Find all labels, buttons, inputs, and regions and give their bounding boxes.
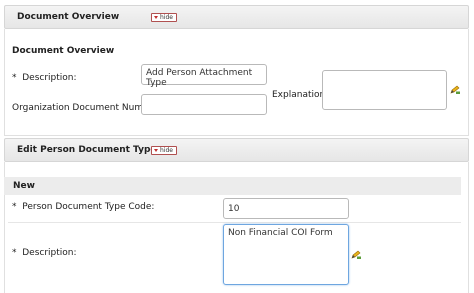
edit-description-value: Non Financial COI Form xyxy=(228,228,333,238)
type-code-value: 10 xyxy=(228,204,240,214)
description-input[interactable]: Add Person Attachment Type xyxy=(141,64,267,88)
type-code-label: * Person Document Type Code: xyxy=(12,202,154,212)
new-section-title: New xyxy=(13,181,35,191)
required-marker: * xyxy=(12,73,17,83)
pencil-expand-icon[interactable] xyxy=(450,85,461,95)
document-overview-header-title: Document Overview xyxy=(17,12,120,22)
document-overview-hide-button[interactable]: hide xyxy=(151,13,177,22)
pencil-expand-icon[interactable] xyxy=(351,250,362,260)
hide-label: hide xyxy=(160,14,173,21)
explanation-label: Explanation: xyxy=(272,90,329,100)
edit-description-label: * Description: xyxy=(12,248,77,258)
type-code-label-text: Person Document Type Code: xyxy=(22,202,155,212)
explanation-textarea[interactable] xyxy=(322,70,447,110)
new-section-bar: New xyxy=(4,177,461,195)
edit-panel-header: Edit Person Document Type hide xyxy=(4,138,469,162)
description-label-text: Description: xyxy=(22,73,77,83)
edit-description-label-text: Description: xyxy=(22,248,77,258)
document-overview-section-title: Document Overview xyxy=(12,46,115,56)
required-marker: * xyxy=(12,248,17,258)
org-doc-number-input[interactable] xyxy=(141,94,267,115)
triangle-down-icon xyxy=(154,16,158,19)
edit-description-textarea[interactable]: Non Financial COI Form xyxy=(223,224,349,285)
org-doc-number-label: Organization Document Number: xyxy=(12,103,161,113)
document-overview-header: Document Overview hide xyxy=(4,5,469,29)
edit-panel-hide-button[interactable]: hide xyxy=(151,146,177,155)
required-marker: * xyxy=(12,202,17,212)
row-divider xyxy=(8,222,461,223)
triangle-down-icon xyxy=(154,149,158,152)
edit-panel-header-title: Edit Person Document Type xyxy=(17,145,157,155)
hide-label: hide xyxy=(160,147,173,154)
description-label: * Description: xyxy=(12,73,77,83)
type-code-input[interactable]: 10 xyxy=(223,198,349,219)
